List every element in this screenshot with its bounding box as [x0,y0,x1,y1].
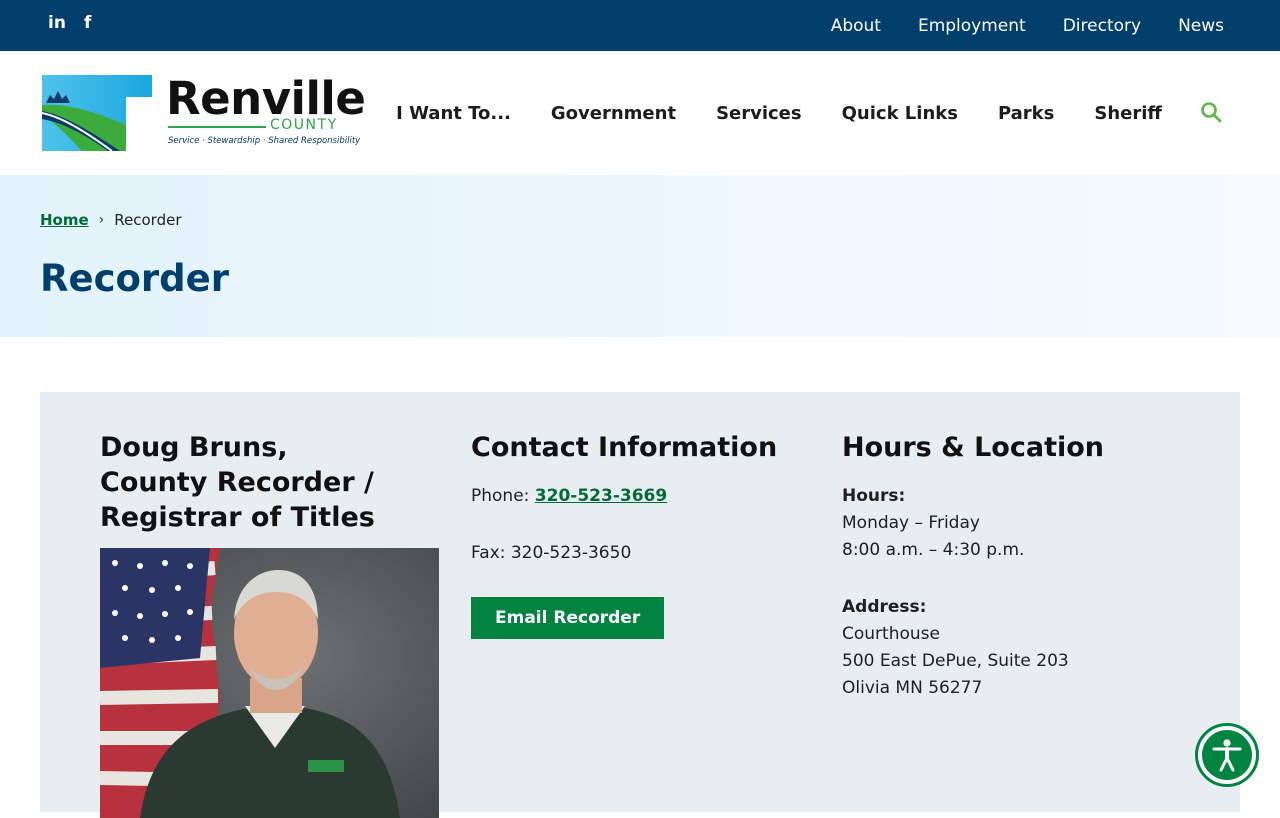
contact-column: Contact Information Phone: 320-523-3669 … [471,430,811,639]
breadcrumb-current: Recorder [114,211,182,229]
page-hero: Home › Recorder Recorder [0,175,1280,337]
profile-column: Doug Bruns, County Recorder / Registrar … [100,430,440,535]
logo-county: COUNTY [270,117,338,133]
facebook-icon[interactable]: f [84,12,91,34]
nav-parks[interactable]: Parks [998,103,1054,124]
linkedin-icon[interactable]: in [48,12,66,34]
logo-tagline: Service · Stewardship · Shared Responsib… [168,136,361,146]
address-line2: 500 East DePue, Suite 203 [842,651,1069,671]
county-logo-mark-icon [42,75,152,151]
nav-quick-links[interactable]: Quick Links [842,103,958,124]
breadcrumb: Home › Recorder [40,211,182,229]
nav-services[interactable]: Services [716,103,802,124]
phone-line: Phone: 320-523-3669 [471,483,811,510]
profile-heading: Doug Bruns, County Recorder / Registrar … [100,430,440,535]
address-line3: Olivia MN 56277 [842,678,983,698]
site-logo[interactable]: Renville COUNTY Service · Stewardship · … [42,72,366,151]
phone-link[interactable]: 320-523-3669 [535,486,667,506]
email-recorder-button[interactable]: Email Recorder [471,597,665,639]
breadcrumb-home-link[interactable]: Home [40,211,89,229]
phone-label: Phone: [471,486,530,506]
utility-link-news[interactable]: News [1178,16,1224,36]
recorder-photo [100,548,439,818]
nav-government[interactable]: Government [551,103,676,124]
chevron-right-icon: › [98,212,105,228]
recorder-info-panel: Doug Bruns, County Recorder / Registrar … [40,392,1240,818]
hours-days: Monday – Friday [842,513,980,533]
profile-name: Doug Bruns, [100,432,288,463]
logo-rule [168,126,266,128]
hours-label: Hours: [842,486,906,506]
hours-column: Hours & Location Hours: Monday – Friday … [842,430,1182,702]
utility-bar: in f About Employment Directory News [0,0,1280,51]
utility-link-directory[interactable]: Directory [1063,16,1141,36]
hours-heading: Hours & Location [842,432,1105,463]
utility-nav: About Employment Directory News [831,0,1224,51]
nav-i-want-to[interactable]: I Want To... [396,103,511,124]
search-icon[interactable] [1200,101,1222,123]
nav-sheriff[interactable]: Sheriff [1094,103,1162,124]
address-label: Address: [842,597,927,617]
profile-title-line2: Registrar of Titles [100,502,375,533]
utility-link-about[interactable]: About [831,16,881,36]
accessibility-icon [1202,730,1252,780]
social-links: in f [48,12,91,34]
profile-title-line1: County Recorder / [100,467,374,498]
site-header: Renville COUNTY Service · Stewardship · … [0,51,1280,175]
main-nav: I Want To... Government Services Quick L… [396,51,1162,175]
hours-time: 8:00 a.m. – 4:30 p.m. [842,540,1025,560]
utility-link-employment[interactable]: Employment [918,16,1026,36]
accessibility-button[interactable] [1195,723,1259,787]
address-line1: Courthouse [842,624,940,644]
contact-heading: Contact Information [471,432,778,463]
page-title: Recorder [40,257,230,300]
fax-line: Fax: 320-523-3650 [471,543,632,563]
